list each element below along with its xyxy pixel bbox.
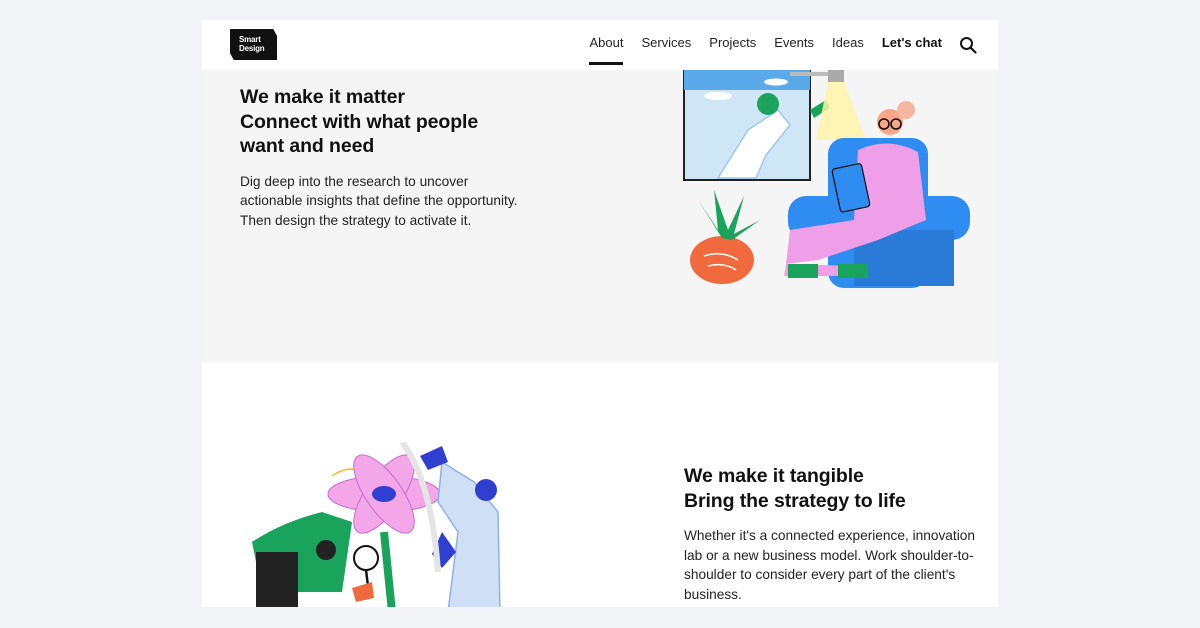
prototype-illustration — [252, 442, 501, 607]
cloud-shape — [704, 92, 732, 100]
lamp-arm — [790, 72, 830, 76]
blue-person-head — [475, 479, 497, 501]
page: Smart Design About Services Projects Eve… — [202, 20, 998, 607]
section1-heading-line-1: We make it matter — [240, 86, 405, 108]
person-head-green — [757, 93, 779, 115]
section2-heading: We make it tangible Bring the strategy t… — [684, 464, 984, 513]
cloud-shape-2 — [764, 78, 788, 86]
section1-heading: We make it matter Connect with what peop… — [240, 85, 540, 159]
nav-item-ideas[interactable]: Ideas — [832, 20, 864, 70]
lamp-head — [828, 70, 844, 82]
nav-item-about[interactable]: About — [589, 20, 623, 70]
shoe-left — [788, 264, 818, 278]
section2-heading-line-2: Bring the strategy to life — [684, 489, 906, 512]
logo-line-2: Design — [239, 44, 265, 53]
section2-text: We make it tangible Bring the strategy t… — [684, 464, 984, 604]
green-person-hair — [316, 540, 336, 560]
plant-leaves — [698, 190, 760, 240]
green-person-legs — [256, 552, 298, 607]
section-make-it-tangible: We make it tangible Bring the strategy t… — [202, 362, 998, 607]
hand-shape — [352, 582, 374, 602]
nav-item-services[interactable]: Services — [641, 20, 691, 70]
section2-heading-line-1: We make it tangible — [684, 465, 864, 487]
nav-item-events[interactable]: Events — [774, 20, 814, 70]
main-nav: About Services Projects Events Ideas Let… — [571, 20, 978, 70]
lets-chat-link[interactable]: Let's chat — [882, 20, 942, 70]
logo-line-1: Smart — [239, 35, 261, 44]
lamp-light — [816, 82, 866, 140]
section1-heading-line-3: want and need — [240, 135, 375, 157]
research-illustration — [683, 70, 970, 288]
search-icon[interactable] — [958, 35, 978, 55]
plant-pot — [690, 236, 754, 284]
smart-design-logo[interactable]: Smart Design — [230, 29, 277, 60]
shoe-right — [838, 264, 868, 278]
flower-stem — [380, 531, 396, 607]
flower-center — [372, 486, 396, 502]
hair-bun — [897, 101, 915, 119]
site-header: Smart Design About Services Projects Eve… — [202, 20, 998, 70]
section-make-it-matter: We make it matter Connect with what peop… — [202, 70, 998, 362]
section1-heading-line-2: Connect with what people — [240, 110, 479, 133]
section1-body: Dig deep into the research to uncover ac… — [240, 173, 518, 228]
section1-text: We make it matter Connect with what peop… — [240, 85, 540, 230]
section2-body: Whether it's a connected experience, inn… — [684, 528, 975, 602]
magnifier-icon — [353, 545, 379, 571]
nav-item-projects[interactable]: Projects — [709, 20, 756, 70]
